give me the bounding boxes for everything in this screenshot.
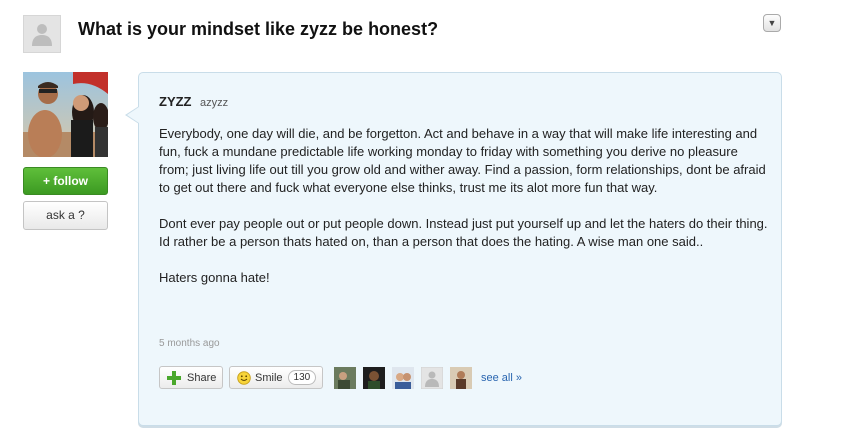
- smiler-avatar[interactable]: [392, 367, 414, 389]
- smile-button[interactable]: Smile 130: [229, 366, 323, 389]
- author-line: ZYZZ azyzz: [159, 93, 228, 111]
- chevron-down-icon: ▼: [767, 18, 777, 28]
- smiler-avatar[interactable]: [334, 367, 356, 389]
- plus-icon: [167, 370, 181, 385]
- answer-paragraph: Haters gonna hate!: [159, 270, 270, 285]
- question-title: What is your mindset like zyzz be honest…: [78, 19, 439, 39]
- smiley-icon: [237, 370, 251, 385]
- answer-paragraph: Everybody, one day will die, and be forg…: [159, 126, 766, 195]
- smile-label: Smile: [255, 371, 283, 384]
- answer-timestamp: 5 months ago: [159, 338, 220, 349]
- default-user-icon: [32, 24, 52, 46]
- asker-avatar[interactable]: [23, 15, 61, 53]
- follow-button[interactable]: + follow: [23, 167, 108, 195]
- smiler-avatar[interactable]: [421, 367, 443, 389]
- question-menu-button[interactable]: ▼: [763, 14, 781, 32]
- answer-paragraph: Dont ever pay people out or put people d…: [159, 216, 768, 249]
- ask-question-button[interactable]: ask a ?: [23, 201, 108, 230]
- share-label: Share: [187, 371, 217, 384]
- author-name[interactable]: ZYZZ: [159, 94, 192, 109]
- share-button[interactable]: Share: [159, 366, 223, 389]
- smiler-avatar[interactable]: [363, 367, 385, 389]
- smile-count: 130: [287, 370, 317, 385]
- answer-box-pointer-fill: [127, 107, 139, 123]
- profile-photo[interactable]: [23, 72, 108, 157]
- answer-text: Everybody, one day will die, and be forg…: [159, 125, 771, 305]
- author-handle[interactable]: azyzz: [200, 97, 228, 109]
- see-all-link[interactable]: see all »: [481, 372, 522, 384]
- profile-photo-image: [23, 72, 108, 157]
- smiler-avatar[interactable]: [450, 367, 472, 389]
